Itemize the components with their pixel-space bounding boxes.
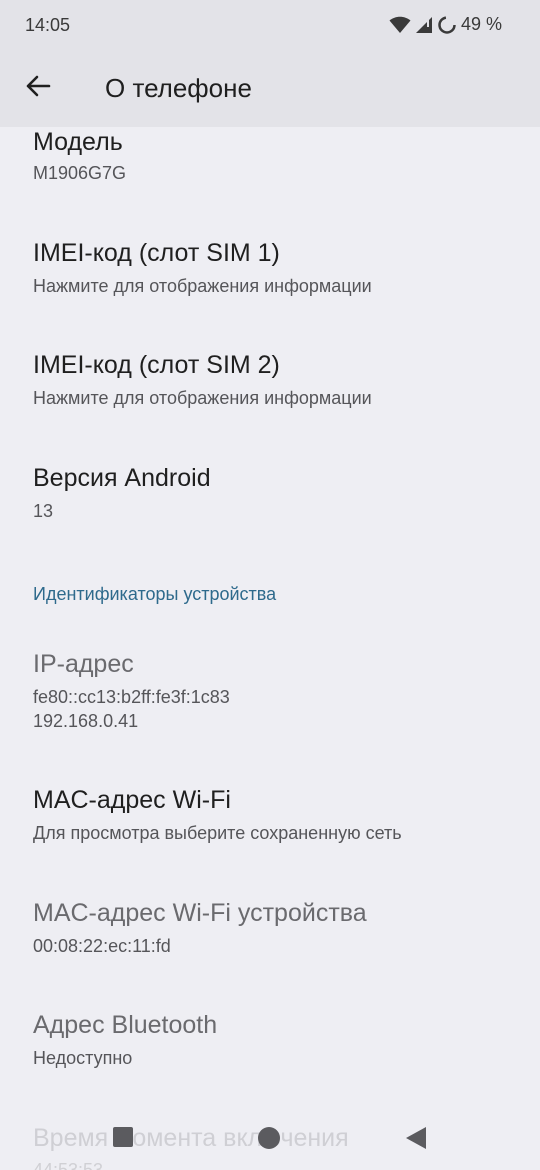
arrow-back-icon xyxy=(25,75,51,102)
home-icon[interactable] xyxy=(257,1126,281,1150)
back-triangle-icon[interactable] xyxy=(404,1126,428,1150)
signal-icon xyxy=(415,16,433,34)
item-summary: Недоступно xyxy=(33,1048,133,1068)
item-title: IP-адрес xyxy=(33,650,134,678)
list-item-model[interactable]: Модель M1906G7G xyxy=(33,127,513,185)
item-summary: 00:08:22:ec:11:fd xyxy=(33,936,171,956)
navigation-bar: Время момента включения 44:53:53 xyxy=(0,1104,540,1170)
item-title: MAC-адрес Wi-Fi xyxy=(33,786,231,814)
status-time: 14:05 xyxy=(25,15,71,35)
battery-percent: 49 % xyxy=(460,14,502,34)
item-title: IMEI-код (слот SIM 1) xyxy=(33,239,280,267)
back-button[interactable] xyxy=(16,66,60,110)
list-item-ip-address[interactable]: IP-адрес fe80::cc13:b2ff:fe3f:1c83 192.1… xyxy=(33,649,513,733)
item-summary: Для просмотра выберите сохраненную сеть xyxy=(33,823,402,843)
list-item-bluetooth-address[interactable]: Адрес Bluetooth Недоступно xyxy=(33,1010,513,1070)
item-summary: M1906G7G xyxy=(33,163,127,183)
list-item-device-wifi-mac[interactable]: MAC-адрес Wi-Fi устройства 00:08:22:ec:1… xyxy=(33,898,513,958)
item-summary: Нажмите для отображения информации xyxy=(33,276,372,296)
recent-apps-icon[interactable] xyxy=(112,1126,136,1150)
item-summary: Нажмите для отображения информации xyxy=(33,388,372,408)
page-title: О телефоне xyxy=(105,73,252,103)
list-item-uptime-summary: 44:53:53 xyxy=(33,1160,104,1170)
list-item-uptime-title: Время момента включения xyxy=(33,1124,349,1152)
status-icons: 49 % xyxy=(389,14,502,35)
section-header: Идентификаторы устройства xyxy=(33,584,277,604)
item-summary: 13 xyxy=(33,501,54,521)
wifi-icon xyxy=(389,16,411,34)
list-item-imei-sim1[interactable]: IMEI-код (слот SIM 1) Нажмите для отобра… xyxy=(33,238,513,298)
item-summary-secondary: 192.168.0.41 xyxy=(33,711,139,731)
item-summary: fe80::cc13:b2ff:fe3f:1c83 xyxy=(33,687,230,707)
screen: 14:05 49 % О телефоне Модель M1906G7G IM… xyxy=(0,0,540,1170)
list-item-wifi-mac[interactable]: MAC-адрес Wi-Fi Для просмотра выберите с… xyxy=(33,785,513,845)
item-title: Модель xyxy=(33,128,123,156)
item-title: Адрес Bluetooth xyxy=(33,1011,218,1039)
item-title: Версия Android xyxy=(33,464,211,492)
item-title: MAC-адрес Wi-Fi устройства xyxy=(33,899,367,927)
list-item-android-version[interactable]: Версия Android 13 xyxy=(33,463,513,523)
app-bar: О телефоне xyxy=(0,52,540,127)
list-item-imei-sim2[interactable]: IMEI-код (слот SIM 2) Нажмите для отобра… xyxy=(33,350,513,410)
item-title: IMEI-код (слот SIM 2) xyxy=(33,351,280,379)
battery-saver-icon xyxy=(437,15,457,35)
status-bar: 14:05 49 % xyxy=(0,0,540,52)
